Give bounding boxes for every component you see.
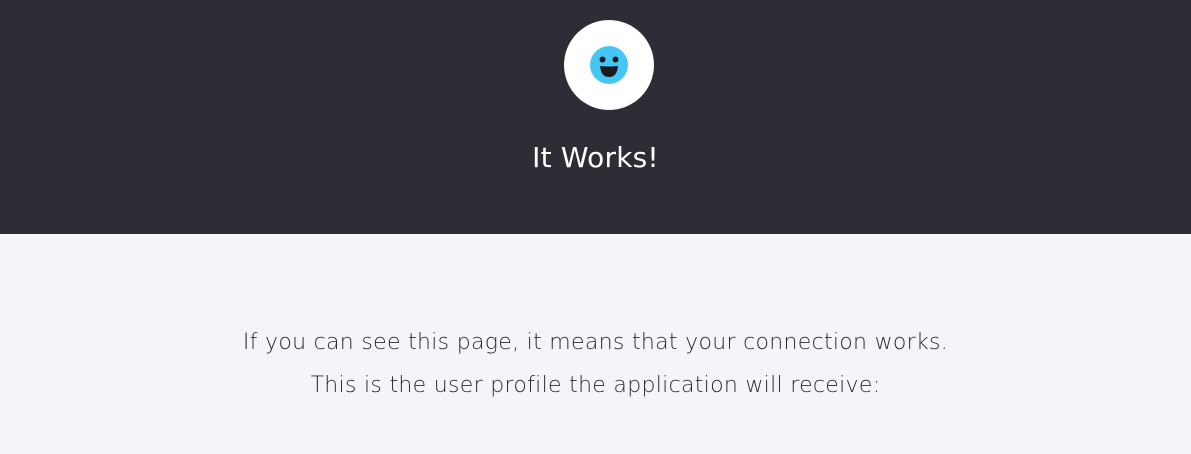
connection-message: If you can see this page, it means that … [242, 330, 949, 355]
page-title: It Works! [532, 141, 659, 174]
logo [564, 20, 654, 110]
profile-intro-message: This is the user profile the application… [310, 373, 881, 398]
smiley-icon [590, 46, 628, 84]
main-content: If you can see this page, it means that … [0, 234, 1191, 454]
page-header: It Works! [0, 0, 1191, 234]
